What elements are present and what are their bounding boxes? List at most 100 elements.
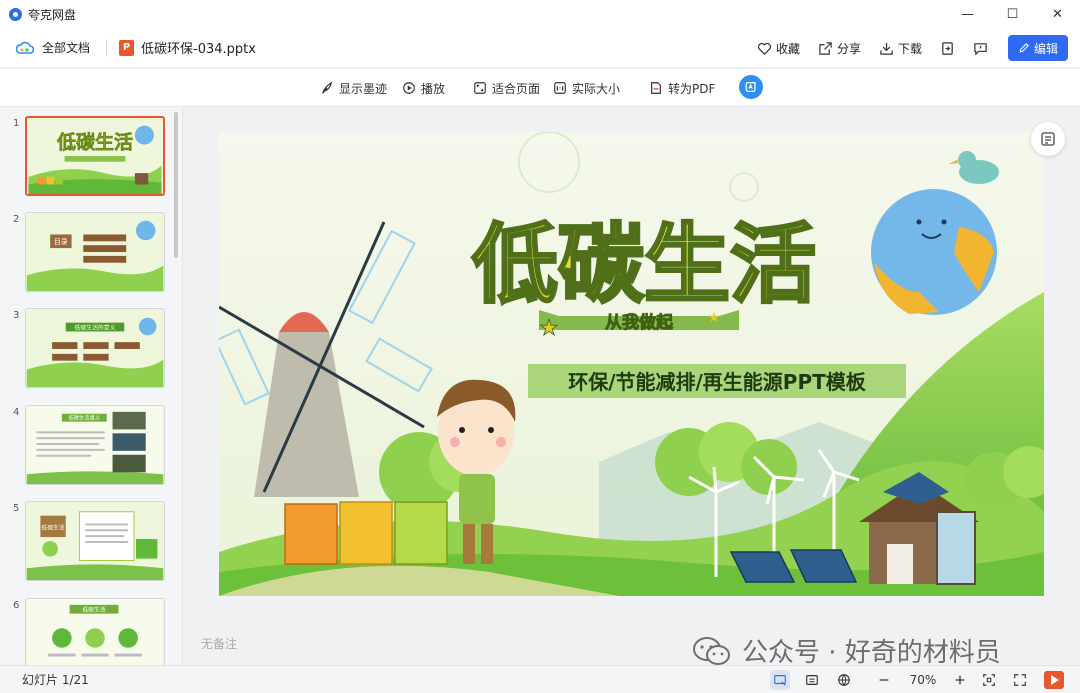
thumbnail-slide-3[interactable]: 3 低碳生活的意义 <box>0 308 172 392</box>
download-button[interactable]: 下载 <box>879 40 922 57</box>
play-label: 播放 <box>421 81 446 96</box>
viewer-toolbar: 显示墨迹 播放 适合页面 实际大小 转为PDF <box>0 69 1080 107</box>
zoom-level[interactable]: 70% <box>907 666 939 693</box>
favorite-label: 收藏 <box>775 41 800 56</box>
actual-size-button[interactable]: 实际大小 <box>553 69 620 107</box>
pdf-icon <box>651 82 661 94</box>
thumbnail-image: 低碳生活 <box>25 598 165 665</box>
thumbnail-number: 1 <box>13 118 20 129</box>
close-button[interactable]: ✕ <box>1035 0 1080 28</box>
notes-placeholder[interactable]: 无备注 <box>201 635 237 652</box>
ai-assistant-button[interactable] <box>739 75 763 99</box>
play-circle-icon <box>403 82 415 94</box>
slide-viewer: 低碳生活 从我做起 ★ ★ 环保/节能减排/再生能源PPT模板 无备注 公众号 … <box>184 108 1080 668</box>
slide-slogan: 从我做起 <box>605 312 674 333</box>
actual-size-label: 实际大小 <box>572 81 621 96</box>
favorite-button[interactable]: 收藏 <box>757 40 800 57</box>
show-ink-label: 显示墨迹 <box>339 81 388 96</box>
header-actions: 收藏 分享 下载 编辑 <box>739 28 1068 68</box>
plus-icon <box>955 675 965 685</box>
thumbnail-slide-2[interactable]: 2 目录 <box>0 212 172 296</box>
pptx-file-icon: P <box>119 39 135 56</box>
thumbnail-number: 6 <box>13 600 20 611</box>
thumbnail-image: 目录 <box>25 212 165 292</box>
thumbnail-title: 低碳生活 <box>82 606 106 614</box>
globe-icon <box>838 674 850 687</box>
thumbnail-image: 低碳生活 <box>25 501 165 581</box>
document-header: 全部文档 P 低碳环保-034.pptx 收藏 分享 下载 编辑 <box>0 28 1080 68</box>
thumbnail-number: 3 <box>13 310 20 321</box>
play-button[interactable]: 播放 <box>402 69 445 107</box>
fit-page-icon <box>474 82 486 94</box>
fit-page-button[interactable]: 适合页面 <box>473 69 540 107</box>
slide-thumbnails-panel: 1 低碳生活 2 目录 3 低碳生活的意义 4 低碳生活意义 5 低碳生活 6 … <box>0 108 183 665</box>
fit-window-button[interactable] <box>979 670 999 690</box>
thumbnail-scrollbar[interactable] <box>174 112 178 258</box>
fullscreen-button[interactable] <box>1010 670 1030 690</box>
message-icon <box>974 42 987 56</box>
window-controls: — ☐ ✕ <box>945 0 1080 28</box>
zoom-in-button[interactable] <box>950 670 970 690</box>
thumbnail-title: 低碳生活 <box>41 523 65 531</box>
thumbnail-number: 5 <box>13 503 20 514</box>
thumbnail-slide-1[interactable]: 1 低碳生活 <box>0 116 172 200</box>
convert-pdf-button[interactable]: 转为PDF <box>649 69 715 107</box>
thumbnail-image: 低碳生活的意义 <box>25 308 165 388</box>
thumbnail-number: 4 <box>13 407 20 418</box>
feedback-button[interactable] <box>973 41 988 56</box>
open-external-button[interactable] <box>940 41 955 56</box>
pencil-icon <box>1019 43 1029 53</box>
slideshow-play-button[interactable] <box>1044 671 1064 689</box>
show-ink-button[interactable]: 显示墨迹 <box>320 69 387 107</box>
thumbnail-title: 低碳生活意义 <box>68 414 101 422</box>
thumbnail-slide-6[interactable]: 6 低碳生活 <box>0 598 172 665</box>
download-icon <box>880 42 893 55</box>
watermark-text: 公众号 · 好奇的材料员 <box>742 638 1001 668</box>
actual-size-icon <box>554 82 566 94</box>
thumbnail-slide-4[interactable]: 4 低碳生活意义 <box>0 405 172 489</box>
ai-sparkle-icon <box>745 81 757 92</box>
web-view-button[interactable] <box>834 670 854 690</box>
app-name: 夸克网盘 <box>28 7 77 22</box>
zoom-out-button[interactable] <box>874 670 894 690</box>
heart-icon <box>757 42 772 55</box>
wechat-icon <box>692 636 732 666</box>
feather-pen-icon <box>322 81 333 94</box>
thumbnail-title: 低碳生活 <box>56 130 133 153</box>
title-bar: 夸克网盘 — ☐ ✕ <box>0 0 1080 28</box>
layout-panel-icon <box>1041 132 1055 146</box>
maximize-button[interactable]: ☐ <box>990 0 1035 28</box>
file-name: 低碳环保-034.pptx <box>141 42 256 57</box>
slide-canvas: 低碳生活 从我做起 ★ ★ 环保/节能减排/再生能源PPT模板 <box>219 132 1044 596</box>
watermark: 公众号 · 好奇的材料员 <box>692 632 1001 669</box>
edit-label: 编辑 <box>1033 41 1058 56</box>
share-button[interactable]: 分享 <box>818 40 861 57</box>
slide-title: 低碳生活 <box>472 215 816 315</box>
status-bar: 幻灯片 1/21 70% <box>0 665 1080 693</box>
notes-view-icon <box>806 675 818 685</box>
fit-window-icon <box>983 674 995 686</box>
slide-counter: 幻灯片 1/21 <box>22 673 89 687</box>
thumbnail-image: 低碳生活意义 <box>25 405 165 485</box>
normal-view-button[interactable] <box>770 670 790 690</box>
normal-view-icon <box>774 675 786 686</box>
quark-logo-icon <box>9 7 22 21</box>
thumbnail-number: 2 <box>13 214 20 225</box>
share-label: 分享 <box>836 41 861 56</box>
thumbnail-slide-5[interactable]: 5 低碳生活 <box>0 501 172 585</box>
breadcrumb-divider <box>106 38 108 57</box>
cloud-icon <box>15 41 35 55</box>
download-label: 下载 <box>897 41 922 56</box>
notes-view-button[interactable] <box>802 670 822 690</box>
minus-icon <box>879 679 889 681</box>
open-file-icon <box>942 41 953 55</box>
slide-panel-toggle-button[interactable] <box>1031 122 1065 156</box>
fit-page-label: 适合页面 <box>492 81 541 96</box>
fullscreen-icon <box>1014 674 1026 686</box>
slide-artwork: 低碳生活 从我做起 ★ ★ 环保/节能减排/再生能源PPT模板 <box>219 132 1044 596</box>
minimize-button[interactable]: — <box>945 0 990 28</box>
breadcrumb-all-docs[interactable]: 全部文档 <box>42 39 90 56</box>
thumbnail-title: 目录 <box>54 238 68 246</box>
svg-text:★: ★ <box>708 310 721 326</box>
edit-button[interactable]: 编辑 <box>1008 35 1068 61</box>
